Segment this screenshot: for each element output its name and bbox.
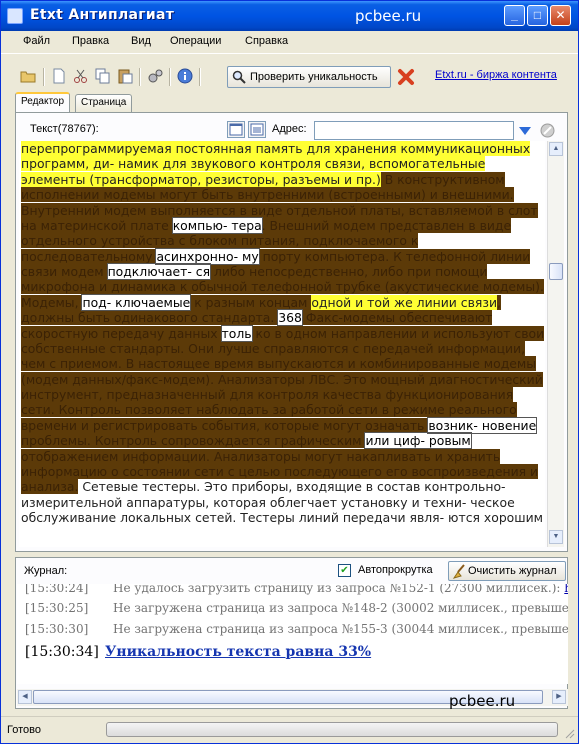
broom-icon [452,564,465,579]
autoscroll-label: Автопрокрутка [358,564,433,576]
uniqueness-result-link[interactable]: Уникальность текста равна 33% [105,644,371,660]
scroll-down-arrow-icon[interactable]: ▼ [549,530,563,544]
scroll-right-arrow-icon[interactable]: ▶ [552,690,566,704]
menu-bar: Файл Правка Вид Операции Справка [1,31,578,53]
editor-header: Текст(78767): Адрес: [16,113,567,141]
log-time: [15:30:24] [25,584,89,595]
title-watermark: pcbee.ru [355,7,422,25]
check-uniqueness-label: Проверить уникальность [250,71,378,83]
status-bar: Готово [1,716,578,743]
toolbar-separator [43,68,45,86]
info-icon[interactable] [177,68,193,84]
settings-icon[interactable] [147,68,163,84]
text-segment: возник- новение [427,416,538,434]
text-segment: подключает- ся [106,263,212,280]
window-title: Etxt Антиплагиат [30,7,175,23]
toolbar: Проверить уникальность Etxt.ru - биржа к… [1,53,578,93]
log-time: [15:30:34] [25,644,99,660]
app-icon [7,8,23,24]
toolbar-separator [139,68,141,86]
journal-label: Журнал: [24,565,68,577]
single-view-icon[interactable] [227,121,245,138]
check-uniqueness-button[interactable]: Проверить уникальность [227,66,391,88]
tab-page[interactable]: Страница [75,94,133,112]
text-segment: или циф- ровым [364,432,472,450]
progress-bar [106,722,558,737]
text-segment: проблемы. Контроль сопровождается графич… [21,433,366,449]
text-length-label: Текст(78767): [30,123,99,135]
scroll-thumb[interactable] [549,263,563,280]
menu-file[interactable]: Файл [23,35,50,47]
text-segment: толь [220,324,253,342]
text-segment: асинхронно- му [155,247,260,265]
new-document-icon[interactable] [51,68,67,84]
menu-edit[interactable]: Правка [72,35,109,47]
editor-panel: Текст(78767): Адрес: перепрограммируемая… [15,112,568,552]
checkbox-check-icon[interactable]: ✔ [338,564,351,577]
scroll-left-arrow-icon[interactable]: ◀ [18,690,32,704]
text-segment: 368 [277,309,303,327]
copy-icon[interactable] [95,68,111,84]
scroll-up-arrow-icon[interactable]: ▲ [549,142,563,156]
stop-icon[interactable] [397,68,415,86]
maximize-button[interactable]: □ [527,5,548,26]
log-message: Не удалось загрузить страницу из запроса… [113,584,565,595]
text-editor[interactable]: перепрограммируемая постоянная память дл… [19,141,545,547]
log-link[interactable]: http [564,584,568,595]
text-segment: под- ключаемые [81,293,192,311]
close-button[interactable]: ✕ [550,5,571,26]
cancel-icon[interactable] [540,123,555,138]
journal-panel: Журнал: ✔ Автопрокрутка Очистить журнал … [15,557,568,709]
journal-header: Журнал: ✔ Автопрокрутка Очистить журнал [16,558,567,584]
open-folder-icon[interactable] [20,68,36,84]
etxt-exchange-link[interactable]: Etxt.ru - биржа контента [435,69,557,81]
vertical-scrollbar[interactable]: ▲ ▼ [547,141,564,547]
clear-journal-label: Очистить журнал [468,565,557,577]
menu-view[interactable]: Вид [131,35,151,47]
magnifier-icon [232,70,246,84]
split-view-icon[interactable] [248,121,266,138]
log-time: [15:30:30] [25,622,89,636]
text-segment: к разным концам [190,294,312,310]
toolbar-separator [199,68,201,86]
journal-log[interactable]: [15:30:24] Не удалось загрузить страницу… [17,584,568,684]
menu-help[interactable]: Справка [245,35,288,47]
clear-journal-button[interactable]: Очистить журнал [448,561,566,581]
text-segment: одной и той же линии связи [311,294,497,310]
text-segment: ко в одном направлении и используют свои… [21,325,545,433]
status-text: Готово [7,724,41,736]
menu-operations[interactable]: Операции [170,35,221,47]
paste-icon[interactable] [117,68,133,84]
resize-grip-icon[interactable] [563,727,575,739]
log-time: [15:30:25] [25,601,89,615]
title-bar[interactable]: Etxt Антиплагиат pcbee.ru _ □ ✕ [1,1,578,31]
go-arrow-icon[interactable] [518,126,532,136]
minimize-button[interactable]: _ [504,5,525,26]
autoscroll-checkbox[interactable]: ✔ Автопрокрутка [338,563,454,579]
log-message: Не загружена страница из запроса №155-3 … [113,622,568,636]
cut-icon[interactable] [73,68,89,84]
log-message: Не загружена страница из запроса №148-2 … [113,601,568,615]
tab-editor[interactable]: Редактор [15,92,71,112]
address-input[interactable] [314,121,514,140]
text-segment: Сетевые тестеры. Это приборы, входящие в… [21,479,543,525]
text-segment: компью- тера [171,216,263,234]
app-window: Etxt Антиплагиат pcbee.ru _ □ ✕ Файл Пра… [0,0,579,744]
toolbar-separator [169,68,171,86]
editor-content: перепрограммируемая постоянная память дл… [21,141,545,525]
address-label: Адрес: [272,123,307,135]
watermark: pcbee.ru [449,692,516,710]
